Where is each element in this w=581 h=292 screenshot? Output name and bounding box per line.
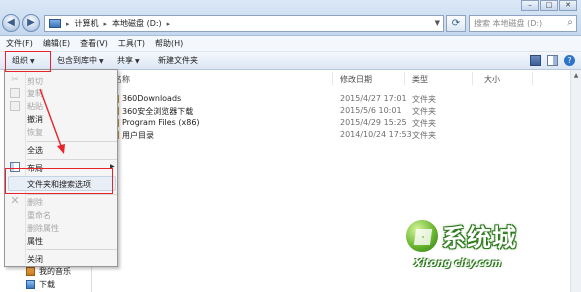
chevron-down-icon[interactable]: ▼ <box>435 19 440 27</box>
window-controls: – □ ✕ <box>521 0 577 11</box>
nav-item-downloads[interactable]: 下载 <box>26 279 55 290</box>
share-label: 共享 <box>117 56 133 65</box>
column-divider[interactable] <box>472 72 473 85</box>
menu-item-delete[interactable]: 删除 <box>27 197 43 208</box>
include-in-library-button[interactable]: 包含到库中 ▼ <box>57 55 104 66</box>
menu-separator <box>27 249 117 250</box>
column-size[interactable]: 大小 <box>484 74 500 85</box>
nav-item-label: 下载 <box>39 280 55 289</box>
file-date: 2015/4/29 15:25 <box>340 118 407 127</box>
refresh-button[interactable]: ⟳ <box>446 15 466 32</box>
menu-item-cut[interactable]: 剪切 <box>27 76 43 87</box>
file-row[interactable]: Program Files (x86) 2015/4/29 15:25 文件夹 <box>92 117 552 129</box>
menu-tools[interactable]: 工具(T) <box>118 38 145 49</box>
copy-icon <box>10 88 20 98</box>
breadcrumb-computer[interactable]: 计算机 <box>75 18 99 29</box>
menu-item-properties[interactable]: 属性 <box>27 236 43 247</box>
title-address-bar: – □ ✕ ◀ ▶ ▸ 计算机 ▸ 本地磁盘 (D:) ▸ ▼ ⟳ 搜索 本地磁… <box>0 0 581 36</box>
column-divider[interactable] <box>332 72 333 85</box>
globe-logo-icon <box>404 218 440 254</box>
search-input[interactable]: 搜索 本地磁盘 (D:) ⌕ <box>469 15 577 32</box>
file-date: 2015/5/6 10:01 <box>340 106 402 115</box>
close-window-button[interactable]: ✕ <box>559 0 577 11</box>
new-folder-button[interactable]: 新建文件夹 <box>158 55 198 66</box>
back-button[interactable]: ◀ <box>2 14 20 32</box>
menu-item-paste[interactable]: 粘贴 <box>27 101 43 112</box>
paste-icon <box>10 101 20 111</box>
file-type: 文件夹 <box>412 131 436 140</box>
menu-separator <box>27 159 117 160</box>
column-type[interactable]: 类型 <box>412 74 428 85</box>
file-name: Program Files (x86) <box>122 118 200 127</box>
scroll-up-icon[interactable]: ▲ <box>572 72 580 79</box>
file-name: 360Downloads <box>122 94 182 103</box>
column-date-modified[interactable]: 修改日期 <box>340 74 372 85</box>
file-type: 文件夹 <box>412 95 436 104</box>
forward-button[interactable]: ▶ <box>22 14 40 32</box>
menu-item-close[interactable]: 关闭 <box>27 254 43 265</box>
menu-item-redo[interactable]: 恢复 <box>27 127 43 138</box>
minimize-button[interactable]: – <box>521 0 539 11</box>
scissors-icon: ✂ <box>11 75 19 85</box>
search-placeholder: 搜索 本地磁盘 (D:) <box>474 19 543 28</box>
change-view-icon[interactable] <box>530 55 541 66</box>
include-in-library-label: 包含到库中 <box>57 56 97 65</box>
file-row[interactable]: 用户目录 2014/10/24 17:53 文件夹 <box>92 129 552 141</box>
delete-x-icon: ✕ <box>10 194 20 207</box>
address-bar[interactable]: ▸ 计算机 ▸ 本地磁盘 (D:) ▸ ▼ <box>44 15 444 32</box>
annotation-box-folder-options <box>5 168 113 194</box>
breadcrumb-local-disk-d[interactable]: 本地磁盘 (D:) <box>112 18 162 29</box>
menu-help[interactable]: 帮助(H) <box>155 38 183 49</box>
chevron-right-icon[interactable]: ▸ <box>167 20 171 28</box>
file-date: 2015/4/27 17:01 <box>340 94 407 103</box>
file-type: 文件夹 <box>412 107 436 116</box>
chevron-right-icon[interactable]: ▸ <box>104 20 108 28</box>
vertical-scrollbar[interactable]: ▲ <box>570 70 581 292</box>
music-folder-icon <box>26 267 35 276</box>
file-name: 360安全浏览器下载 <box>122 107 194 116</box>
annotation-box-organize <box>5 51 51 72</box>
maximize-button[interactable]: □ <box>540 0 558 11</box>
menu-separator <box>27 194 117 195</box>
menu-item-select-all[interactable]: 全选 <box>27 145 43 156</box>
watermark-title: 系统城 <box>442 224 517 252</box>
preview-pane-icon[interactable] <box>547 55 558 66</box>
toolbar-right-icons: ? <box>530 55 575 66</box>
nav-item-label: 我的音乐 <box>39 267 71 276</box>
menu-bar: 文件(F) 编辑(E) 查看(V) 工具(T) 帮助(H) <box>0 36 581 52</box>
nav-item-music[interactable]: 我的音乐 <box>26 266 71 277</box>
share-button[interactable]: 共享 ▼ <box>117 55 140 66</box>
file-date: 2014/10/24 17:53 <box>340 130 412 139</box>
help-icon[interactable]: ? <box>564 55 575 66</box>
search-icon[interactable]: ⌕ <box>567 17 573 28</box>
watermark-logo: 系统城 Xitong city.com <box>398 216 558 286</box>
column-divider[interactable] <box>532 72 533 85</box>
column-headers: 名称 修改日期 类型 大小 <box>92 70 581 87</box>
downloads-folder-icon <box>26 280 35 289</box>
menu-item-rename[interactable]: 重命名 <box>27 210 51 221</box>
computer-icon <box>49 19 61 28</box>
menu-view[interactable]: 查看(V) <box>80 38 108 49</box>
menu-file[interactable]: 文件(F) <box>6 38 33 49</box>
file-name: 用户目录 <box>122 131 154 140</box>
menu-separator <box>27 141 117 142</box>
command-toolbar: 组织 ▼ 包含到库中 ▼ 共享 ▼ 新建文件夹 ? <box>0 52 581 70</box>
file-row[interactable]: 360Downloads 2015/4/27 17:01 文件夹 <box>92 93 552 105</box>
menu-item-undo[interactable]: 撤消 <box>27 114 43 125</box>
column-divider[interactable] <box>404 72 405 85</box>
chevron-down-icon: ▼ <box>99 58 104 65</box>
chevron-right-icon[interactable]: ▸ <box>66 20 70 28</box>
menu-edit[interactable]: 编辑(E) <box>43 38 70 49</box>
watermark-subtitle: Xitong city.com <box>414 258 502 269</box>
menu-item-copy[interactable]: 复制 <box>27 88 43 99</box>
chevron-down-icon: ▼ <box>135 58 140 65</box>
file-type: 文件夹 <box>412 119 436 128</box>
file-row[interactable]: 360安全浏览器下载 2015/5/6 10:01 文件夹 <box>92 105 552 117</box>
menu-item-remove-properties[interactable]: 删除属性 <box>27 223 59 234</box>
